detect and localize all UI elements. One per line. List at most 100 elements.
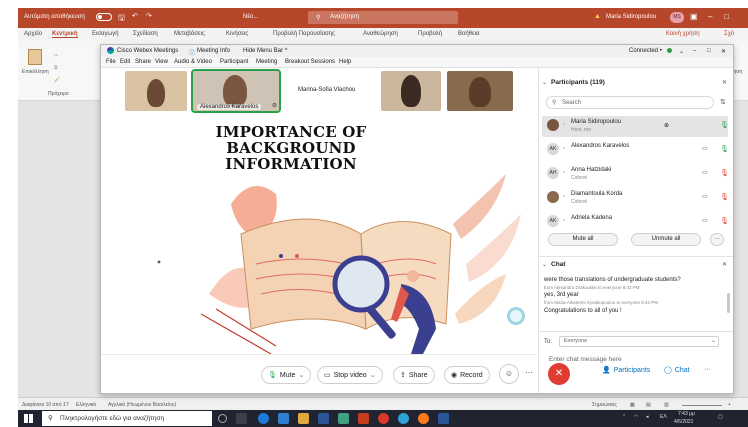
input-language[interactable]: ΕΛ [660, 414, 667, 420]
mute-button[interactable]: 🎙 Mute ⌄ [261, 366, 312, 384]
stop-video-button[interactable]: ▭ Stop video ⌄ [317, 366, 383, 384]
ppt-search-box[interactable]: ⚲ Αναζήτηση [308, 11, 458, 24]
video-tile[interactable] [125, 71, 187, 111]
tab-view[interactable]: Προβολή [418, 31, 442, 37]
tab-insert[interactable]: Εισαγωγή [92, 31, 119, 37]
chevron-down-icon[interactable]: ⌄ [542, 261, 547, 268]
maximize-button[interactable]: □ [707, 48, 711, 54]
network-icon[interactable]: ⌃ [622, 414, 626, 420]
save-icon[interactable]: 🖫 [118, 12, 125, 26]
menu-meeting[interactable]: Meeting [256, 59, 277, 65]
sorter-view-icon[interactable]: ▤ [646, 402, 651, 408]
microphone-on-icon[interactable]: 🎙 [720, 145, 729, 153]
notifications-icon[interactable]: ▢ [718, 414, 723, 420]
close-icon[interactable]: ✕ [722, 79, 727, 86]
chat-tab-button[interactable]: ◯ Chat [664, 366, 690, 375]
tab-home[interactable]: Κεντρική [52, 31, 78, 38]
microphone-on-icon[interactable]: 🎙 [720, 121, 729, 129]
hide-menu-bar-button[interactable]: Hide Menu Bar ^ [243, 48, 288, 54]
menu-share[interactable]: Share [135, 59, 151, 65]
task-view-icon[interactable] [236, 413, 247, 424]
autosave-toggle[interactable] [96, 13, 112, 21]
firefox-icon[interactable] [418, 413, 429, 424]
mute-all-button[interactable]: Mute all [548, 233, 618, 246]
file-explorer-icon[interactable] [298, 413, 309, 424]
microphone-muted-icon[interactable]: 🎙 [720, 217, 729, 225]
share-button[interactable]: Κοινή χρήση [666, 31, 700, 37]
clock-date[interactable]: 4/6/2021 [674, 419, 693, 425]
edge-icon[interactable] [258, 413, 269, 424]
powerpoint-icon[interactable] [358, 413, 369, 424]
redo-icon[interactable]: ↷ [146, 12, 152, 20]
menu-file[interactable]: File [106, 59, 116, 65]
format-painter-icon[interactable]: 🖌 [54, 77, 60, 83]
menu-view[interactable]: View [155, 59, 168, 65]
tab-design[interactable]: Σχεδίαση [133, 31, 158, 37]
chevron-down-icon[interactable]: ⌄ [542, 79, 547, 86]
participant-row[interactable]: AK ◔ Alexandros Karavelos ▭ 🎙 [542, 140, 729, 161]
outlook-icon[interactable] [278, 413, 289, 424]
participant-row[interactable]: AK ◔ Adriela Kadena ▭ 🎙 [542, 212, 729, 227]
minimize-button[interactable]: – [693, 48, 696, 54]
participants-tab-button[interactable]: 👤 Participants [602, 366, 650, 375]
camera-icon[interactable]: ▭ [702, 145, 708, 152]
menu-audio-video[interactable]: Audio & Video [174, 59, 212, 65]
microphone-muted-icon[interactable]: 🎙 [720, 193, 729, 201]
menu-help[interactable]: Help [339, 59, 351, 65]
zoom-in-button[interactable]: + [728, 402, 731, 408]
tab-slideshow[interactable]: Προβολή Παρουσίασης [273, 31, 335, 37]
participant-row[interactable]: ◔ Diamantoula Korda Cohost ▭ 🎙 [542, 188, 729, 209]
menu-breakout-sessions[interactable]: Breakout Sessions [285, 59, 335, 65]
more-panels-button[interactable]: ··· [704, 366, 711, 373]
camera-icon[interactable]: ▭ [702, 169, 708, 176]
copy-icon[interactable]: ⧉ [54, 65, 58, 71]
tab-help[interactable]: Βοήθεια [458, 31, 480, 37]
camera-icon[interactable]: ▭ [702, 193, 708, 200]
tab-review[interactable]: Αναθεώρηση [363, 31, 398, 37]
comments-button[interactable]: Σχό [724, 31, 734, 37]
chat-scrollbar[interactable] [727, 293, 730, 313]
camera-icon[interactable]: ▭ [702, 217, 708, 224]
close-icon[interactable]: ✕ [722, 261, 727, 268]
tab-file[interactable]: Αρχείο [24, 31, 42, 37]
user-avatar[interactable]: MS [670, 12, 684, 23]
video-tile[interactable]: Marina-Sofia Vlachou [287, 71, 373, 111]
microphone-muted-icon[interactable]: 🎙 [720, 169, 729, 177]
connection-status[interactable]: Connected • [629, 48, 662, 54]
ribbon-display-icon[interactable]: ▣ [690, 12, 698, 21]
paste-icon[interactable] [28, 49, 42, 65]
tab-animations[interactable]: Κινήσεις [226, 31, 248, 37]
menu-participant[interactable]: Participant [220, 59, 248, 65]
video-tile[interactable] [381, 71, 441, 111]
webex-taskbar-icon[interactable] [398, 413, 409, 424]
tab-transitions[interactable]: Μεταβάσεις [174, 31, 205, 37]
video-tile-active-speaker[interactable]: Alexandros Karavelos ⊘ [191, 69, 281, 113]
word-icon[interactable] [438, 413, 449, 424]
chrome-icon[interactable] [378, 413, 389, 424]
participant-row[interactable]: ◔ Maria Sidiropoulou Host, me ⊕ 🎙 [542, 116, 729, 137]
unmute-all-button[interactable]: Unmute all [631, 233, 701, 246]
wifi-icon[interactable]: ◠ [634, 414, 638, 420]
normal-view-icon[interactable]: ▦ [630, 402, 635, 408]
menu-edit[interactable]: Edit [120, 59, 130, 65]
clock-time[interactable]: 7:43 μμ [678, 411, 695, 417]
cut-icon[interactable]: ✂ [54, 53, 58, 59]
taskbar-search-input[interactable]: ⚲ Πληκτρολογήστε εδώ για αναζήτηση [42, 411, 212, 426]
close-button[interactable]: ✕ [721, 48, 726, 55]
leave-meeting-button[interactable]: ✕ [548, 363, 570, 385]
more-options-button[interactable]: ··· [710, 233, 724, 246]
word-icon[interactable] [318, 413, 329, 424]
zoom-slider[interactable] [682, 405, 722, 406]
participants-search-input[interactable]: ⚲ Search [546, 96, 714, 109]
windows-start-icon[interactable] [24, 414, 33, 423]
minimize-icon[interactable]: – [708, 12, 712, 21]
meeting-info-button[interactable]: Meeting Info [197, 48, 230, 54]
reading-view-icon[interactable]: ▥ [664, 402, 669, 408]
sort-icon[interactable]: ⇅ [720, 98, 726, 106]
reactions-button[interactable]: ☺ [499, 364, 519, 384]
paste-label[interactable]: Επικόλληση [22, 69, 49, 75]
chat-recipient-select[interactable]: Everyone [559, 336, 719, 347]
status-notes[interactable]: Σημειώσεις [592, 402, 617, 408]
video-tile[interactable] [447, 71, 513, 111]
maximize-icon[interactable]: □ [724, 12, 729, 21]
